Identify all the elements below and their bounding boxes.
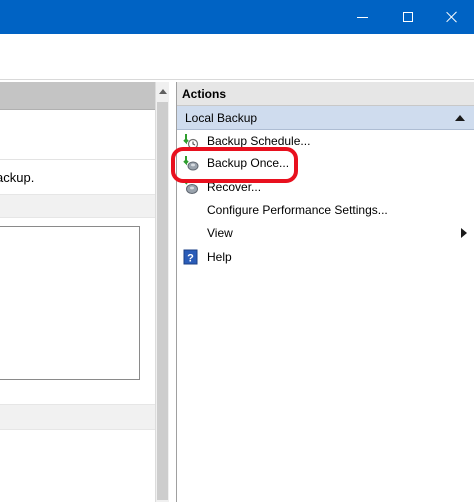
action-backup-once[interactable]: Backup Once...: [177, 152, 474, 174]
close-icon: [446, 11, 458, 23]
close-button[interactable]: [430, 0, 474, 34]
scroll-thumb[interactable]: [157, 102, 168, 500]
section-title: Local Backup: [185, 110, 258, 125]
action-label: Backup Schedule...: [207, 134, 311, 148]
help-icon: ?: [183, 249, 198, 265]
left-pane-message: ackup.: [0, 170, 35, 185]
recover-icon: [184, 179, 198, 194]
action-help[interactable]: ? Help: [177, 246, 474, 268]
title-bar: [0, 0, 474, 34]
left-pane-row: [0, 110, 156, 160]
left-pane-section-band: [0, 194, 156, 218]
left-pane-list-box[interactable]: [0, 226, 140, 380]
left-pane: ackup.: [0, 82, 156, 502]
action-label: Recover...: [207, 180, 262, 194]
action-label: Backup Once...: [207, 156, 290, 170]
local-backup-section-header[interactable]: Local Backup: [177, 106, 474, 130]
action-label: Help: [207, 250, 232, 264]
action-label: View: [207, 226, 233, 240]
scroll-up-arrow-icon: [159, 88, 167, 94]
vertical-scrollbar[interactable]: [155, 82, 169, 502]
left-pane-header: [0, 82, 156, 110]
minimize-button[interactable]: [340, 0, 384, 34]
collapse-arrow-icon[interactable]: [455, 115, 465, 121]
action-recover[interactable]: Recover...: [177, 176, 474, 198]
actions-header: Actions: [177, 82, 474, 106]
backup-once-icon: [183, 156, 199, 171]
action-backup-schedule[interactable]: Backup Schedule...: [177, 130, 474, 152]
left-pane-section-band: [0, 404, 156, 430]
maximize-icon: [403, 12, 413, 22]
backup-schedule-icon: [183, 134, 199, 149]
minimize-icon: [356, 16, 368, 18]
actions-pane: Actions Local Backup Backup Schedule... …: [176, 82, 474, 502]
maximize-button[interactable]: [386, 0, 430, 34]
action-view[interactable]: View: [177, 222, 474, 244]
scroll-up-button[interactable]: [156, 82, 170, 100]
menu-strip: [0, 34, 474, 80]
svg-text:?: ?: [187, 253, 194, 265]
submenu-arrow-icon: [461, 228, 467, 238]
action-label: Configure Performance Settings...: [207, 203, 388, 217]
action-configure-performance-settings[interactable]: Configure Performance Settings...: [177, 199, 474, 221]
